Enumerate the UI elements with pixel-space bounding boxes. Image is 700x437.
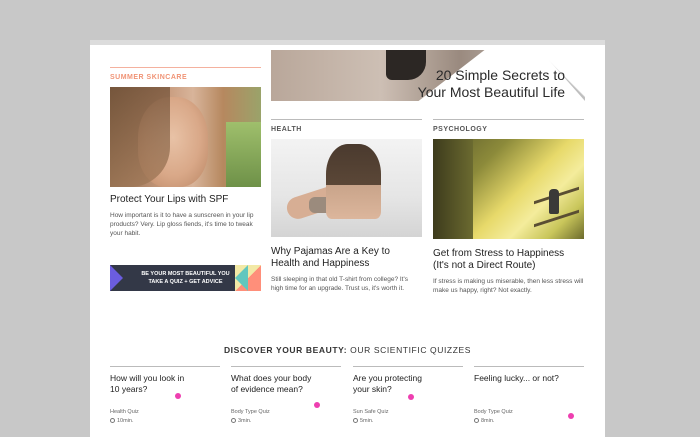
quiz-promo-banner[interactable]: BE YOUR MOST BEAUTIFUL YOU TAKE A QUIZ +… xyxy=(110,265,261,291)
article-card-health: HEALTH Why Pajamas Are a Key to Health a… xyxy=(271,119,422,293)
section-label: PSYCHOLOGY xyxy=(433,119,584,133)
pink-dot-marker xyxy=(568,413,574,419)
article-title-line-1: Why Pajamas Are a Key to xyxy=(271,246,390,257)
article-image-bed[interactable] xyxy=(271,139,422,237)
quiz-duration-text: 5min. xyxy=(360,418,374,424)
pink-dot-marker xyxy=(314,402,320,408)
quiz-question: Are you protecting your skin? xyxy=(353,373,463,395)
quiz-card[interactable]: How will you look in 10 years? Health Qu… xyxy=(110,366,220,424)
clock-icon xyxy=(474,418,479,423)
quiz-duration-text: 3min. xyxy=(238,418,252,424)
image-woman-shape xyxy=(326,144,381,219)
hero-title-line-1: 20 Simple Secrets to xyxy=(435,67,565,83)
image-person-shape xyxy=(549,189,559,214)
article-title-line-2: Health and Happiness xyxy=(271,258,370,269)
quiz-category: Health Quiz xyxy=(110,409,139,415)
section-label: HEALTH xyxy=(271,119,422,133)
hero-title[interactable]: 20 Simple Secrets to Your Most Beautiful… xyxy=(375,67,565,101)
quiz-question-line-1: Feeling lucky... or not? xyxy=(474,373,559,383)
article-title[interactable]: Get from Stress to Happiness (It's not a… xyxy=(433,248,584,272)
quiz-question: Feeling lucky... or not? xyxy=(474,373,584,395)
quiz-category: Body Type Quiz xyxy=(231,409,270,415)
quiz-question-line-2: your skin? xyxy=(353,384,392,394)
clock-icon xyxy=(231,418,236,423)
article-excerpt: Still sleeping in that old T-shirt from … xyxy=(271,276,408,292)
article-excerpt: How important is it to have a sunscreen … xyxy=(110,212,254,237)
quiz-question-line-1: How will you look in xyxy=(110,373,185,383)
quiz-duration: 3min. xyxy=(231,418,251,424)
hero-banner[interactable]: 20 Simple Secrets to Your Most Beautiful… xyxy=(271,50,585,101)
banner-line-2: TAKE A QUIZ + GET ADVICE xyxy=(148,279,223,285)
quiz-question-line-1: What does your body xyxy=(231,373,312,383)
article-image-face[interactable] xyxy=(110,87,261,187)
quiz-question-line-2: of evidence mean? xyxy=(231,384,303,394)
image-tree-shape xyxy=(433,139,473,239)
quiz-card[interactable]: Feeling lucky... or not? Body Type Quiz … xyxy=(474,366,584,424)
quiz-question-line-1: Are you protecting xyxy=(353,373,422,383)
article-image-park[interactable] xyxy=(433,139,584,239)
quiz-category: Body Type Quiz xyxy=(474,409,513,415)
quizzes-heading: DISCOVER YOUR BEAUTY: OUR SCIENTIFIC QUI… xyxy=(90,345,605,355)
article-card-skincare: SUMMER SKINCARE Protect Your Lips with S… xyxy=(110,67,261,238)
pink-dot-marker xyxy=(408,394,414,400)
quiz-duration-text: 10min. xyxy=(117,418,134,424)
quiz-duration: 5min. xyxy=(353,418,373,424)
article-title-line-1: Get from Stress to Happiness xyxy=(433,248,565,259)
hero-title-line-2: Your Most Beautiful Life xyxy=(417,84,565,100)
clock-icon xyxy=(353,418,358,423)
quiz-card[interactable]: What does your body of evidence mean? Bo… xyxy=(231,366,341,424)
quizzes-heading-rest: OUR SCIENTIFIC QUIZZES xyxy=(347,345,472,355)
quiz-question: What does your body of evidence mean? xyxy=(231,373,341,395)
section-label: SUMMER SKINCARE xyxy=(110,67,261,81)
quiz-duration: 10min. xyxy=(110,418,134,424)
pink-dot-marker xyxy=(175,393,181,399)
quiz-question: How will you look in 10 years? xyxy=(110,373,220,395)
image-hair-shape xyxy=(110,87,170,187)
content-page: 20 Simple Secrets to Your Most Beautiful… xyxy=(90,40,605,437)
quiz-duration: 8min. xyxy=(474,418,494,424)
clock-icon xyxy=(110,418,115,423)
quiz-category: Sun Safe Quiz xyxy=(353,409,389,415)
article-title[interactable]: Why Pajamas Are a Key to Health and Happ… xyxy=(271,246,422,270)
image-background xyxy=(226,122,261,187)
article-excerpt: If stress is making us miserable, then l… xyxy=(433,278,584,294)
quizzes-heading-bold: DISCOVER YOUR BEAUTY: xyxy=(223,345,348,355)
article-title-line-2: (It's not a Direct Route) xyxy=(433,260,536,271)
article-title[interactable]: Protect Your Lips with SPF xyxy=(110,194,261,206)
quiz-card[interactable]: Are you protecting your skin? Sun Safe Q… xyxy=(353,366,463,424)
article-card-psychology: PSYCHOLOGY Get from Stress to Happiness … xyxy=(433,119,584,295)
quiz-duration-text: 8min. xyxy=(481,418,495,424)
banner-line-1: BE YOUR MOST BEAUTIFUL YOU xyxy=(141,271,230,277)
quiz-question-line-2: 10 years? xyxy=(110,384,148,394)
